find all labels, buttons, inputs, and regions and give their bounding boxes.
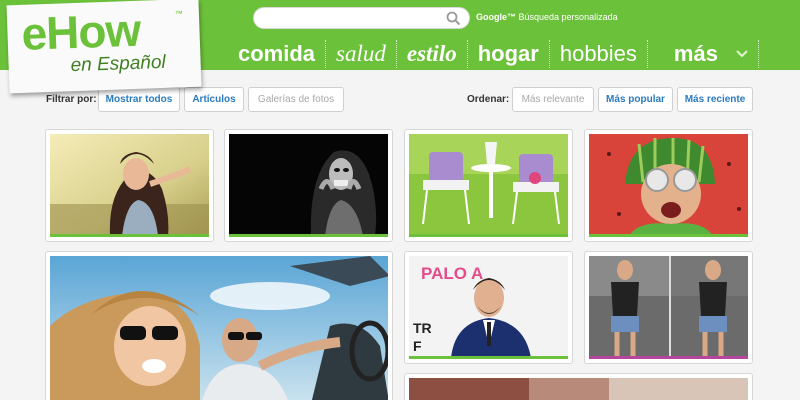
card-image [50, 134, 209, 234]
article-card[interactable] [584, 251, 753, 364]
logo-subtitle: en Español [70, 51, 167, 77]
card-image [409, 378, 748, 400]
article-card[interactable] [584, 129, 753, 242]
article-card[interactable] [224, 129, 393, 242]
card-image [50, 256, 388, 400]
nav-item-hogar[interactable]: hogar [468, 40, 550, 68]
card-accent-bar [409, 356, 568, 359]
card-accent-bar [589, 356, 748, 359]
google-label-text: Búsqueda personalizada [518, 12, 618, 22]
logo-text: eHow [20, 3, 142, 60]
card-accent-bar [589, 234, 748, 237]
sort-popular-button[interactable]: Más popular [598, 87, 673, 112]
card-image [229, 134, 388, 234]
card-accent-bar [229, 234, 388, 237]
card-image [589, 256, 748, 356]
search-icon[interactable] [446, 11, 461, 26]
backdrop-sign-text-2: TR [413, 320, 432, 336]
main-nav: comida salud estilo hogar hobbies más [228, 38, 759, 70]
filter-bar: Filtrar por: Mostrar todos Artículos Gal… [0, 86, 800, 114]
nav-item-hobbies[interactable]: hobbies [550, 40, 648, 68]
card-accent-bar [409, 234, 568, 237]
logo-trademark: ™ [174, 9, 184, 19]
nav-item-estilo[interactable]: estilo [397, 40, 468, 68]
chevron-down-icon [736, 50, 748, 58]
card-image: PALO A TR F [409, 256, 568, 356]
card-accent-bar [50, 234, 209, 237]
search-input[interactable] [264, 10, 434, 26]
article-card[interactable] [45, 251, 393, 400]
sort-label: Ordenar: [467, 94, 510, 105]
nav-item-comida[interactable]: comida [228, 40, 327, 68]
site-header: eHow ™ en Español Google™ Búsqueda perso… [0, 0, 800, 94]
nav-item-salud[interactable]: salud [326, 40, 397, 68]
sort-relevant-button[interactable]: Más relevante [512, 87, 594, 112]
google-label-brand: Google™ [476, 12, 516, 22]
site-logo[interactable]: eHow ™ en Español [6, 0, 202, 94]
search-box[interactable] [253, 7, 470, 29]
article-card[interactable] [404, 373, 753, 400]
filter-galleries-button[interactable]: Galerías de fotos [248, 87, 344, 112]
article-card[interactable]: PALO A TR F [404, 251, 573, 364]
nav-item-mas[interactable]: más [648, 40, 759, 68]
card-image [409, 134, 568, 234]
sort-recent-button[interactable]: Más reciente [677, 87, 753, 112]
google-custom-search-label: Google™ Búsqueda personalizada [476, 12, 618, 22]
article-card[interactable] [45, 129, 214, 242]
filter-articles-button[interactable]: Artículos [184, 87, 244, 112]
nav-item-mas-label: más [673, 41, 718, 66]
card-image [589, 134, 748, 234]
backdrop-sign-text: PALO A [421, 264, 484, 283]
article-card[interactable] [404, 129, 573, 242]
backdrop-sign-text-3: F [413, 338, 422, 354]
filter-label: Filtrar por: [46, 94, 97, 105]
filter-show-all-button[interactable]: Mostrar todos [98, 87, 180, 112]
